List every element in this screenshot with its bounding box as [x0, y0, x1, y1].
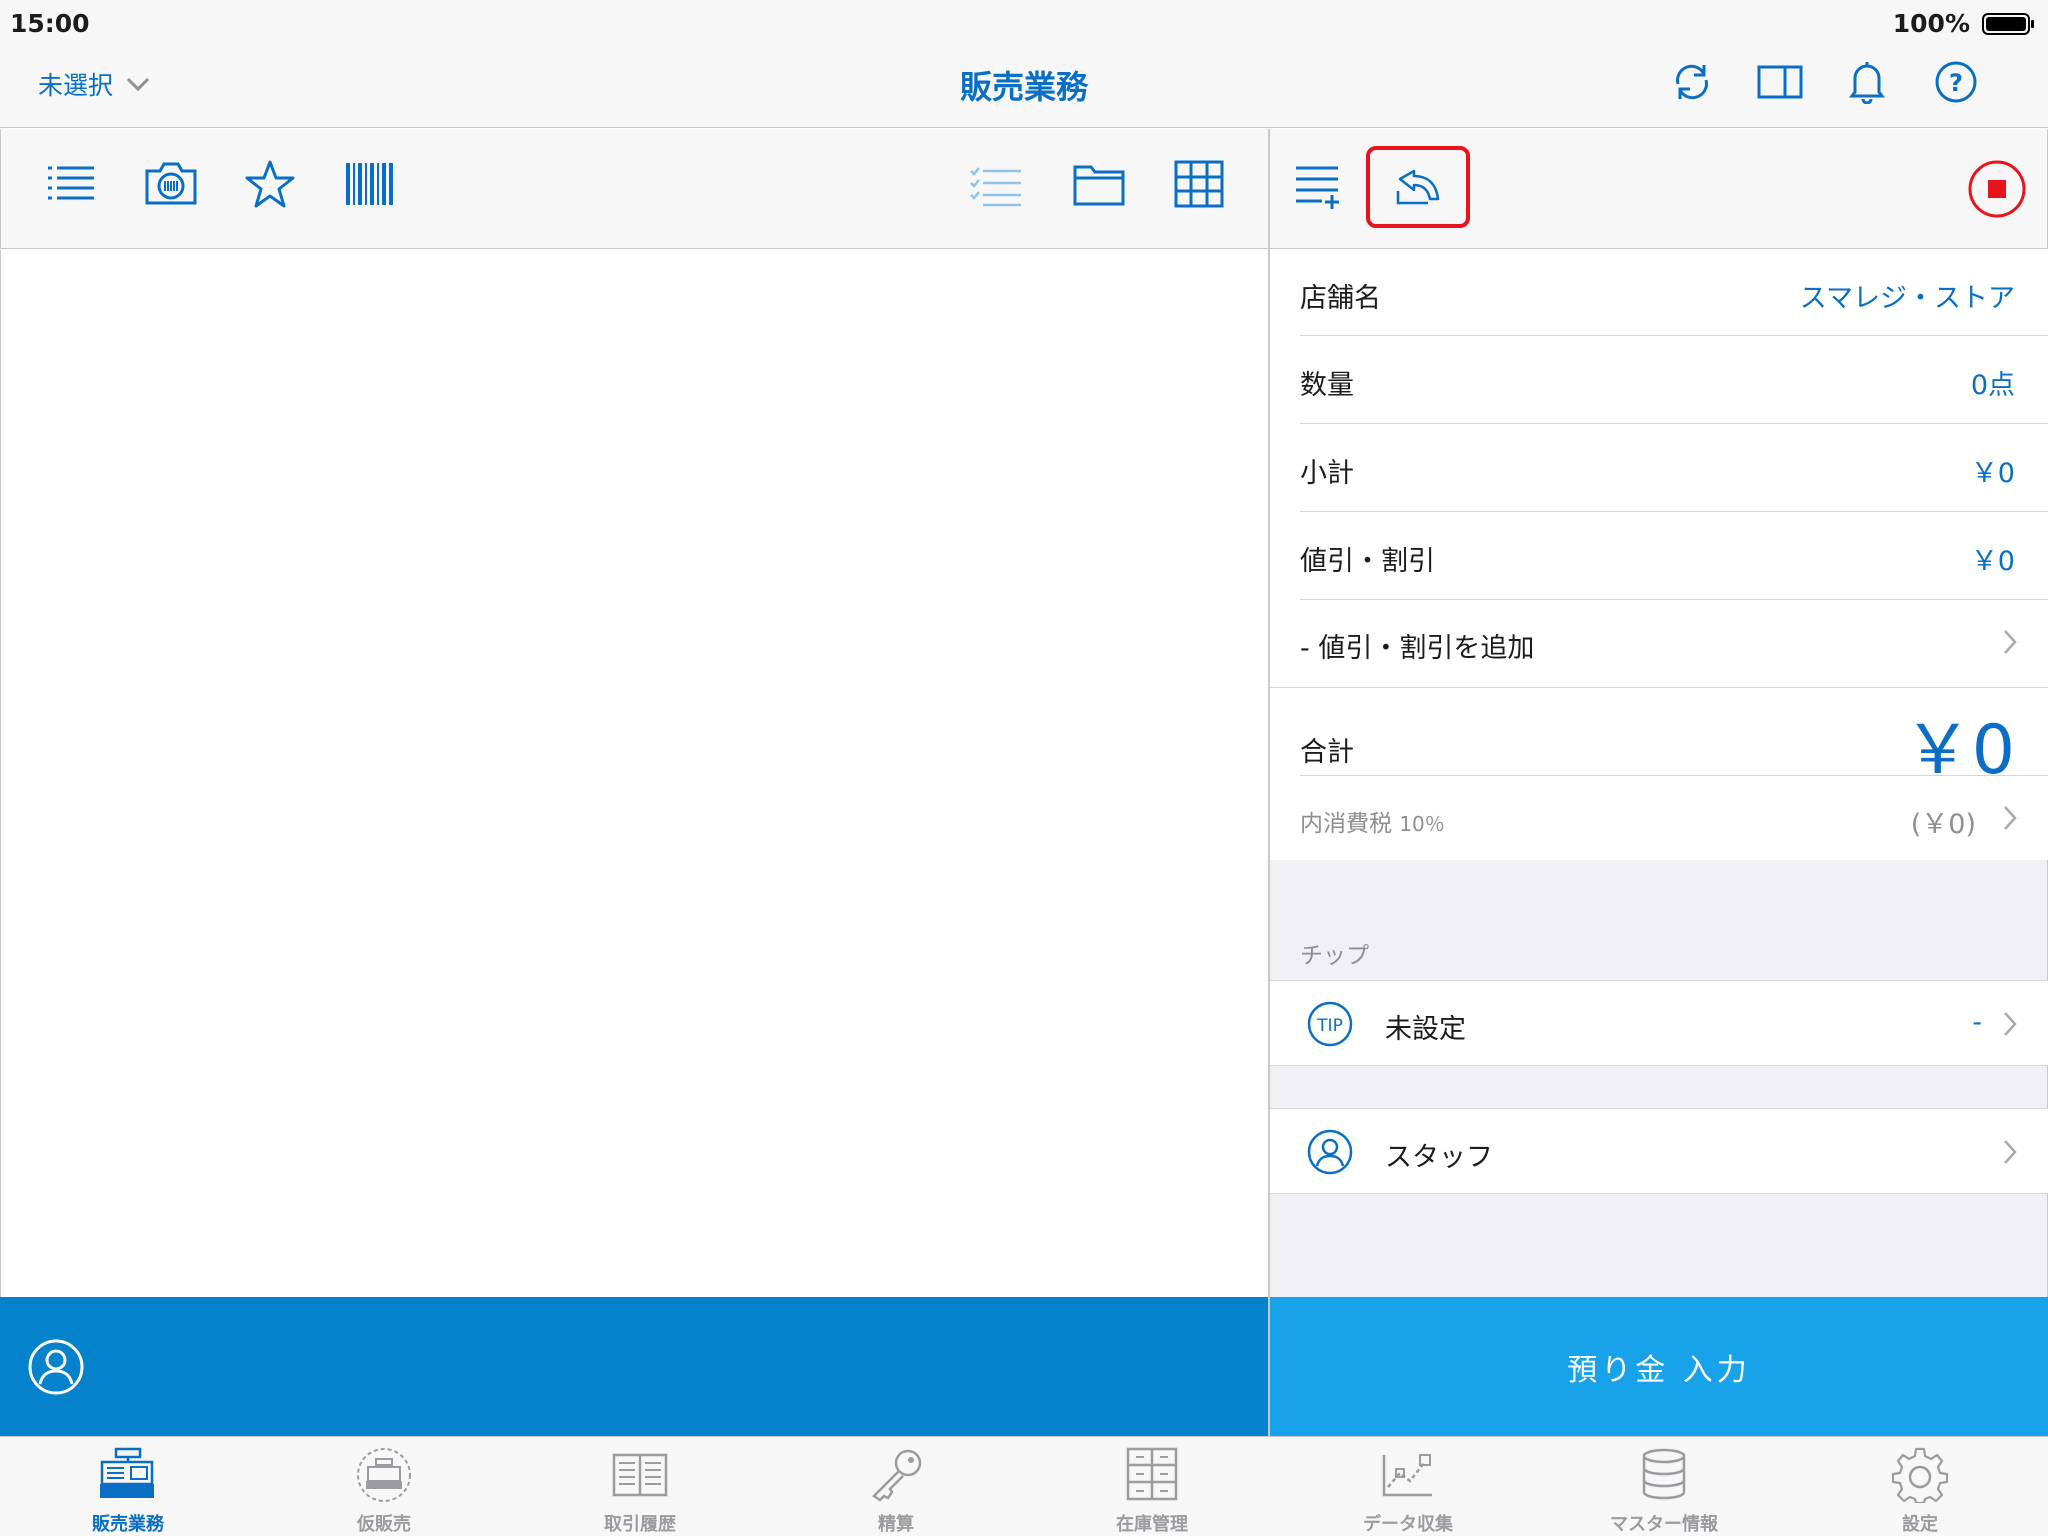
summary-group: 店舗名 スマレジ・ストア 数量 0点 小計 ￥0 値引・割引 ￥0 - 値引・割… — [1270, 250, 2048, 860]
tab-settlement[interactable]: 精算 — [768, 1437, 1024, 1536]
tab-sales[interactable]: 販売業務 — [0, 1437, 256, 1536]
divider — [1300, 511, 2048, 512]
temp-register-icon — [354, 1447, 414, 1503]
discount-value: ￥0 — [1970, 546, 2015, 577]
quantity-label: 数量 — [1300, 370, 1354, 401]
tab-settings[interactable]: 設定 — [1792, 1437, 2048, 1536]
product-toolbar — [0, 129, 1268, 249]
tab-history[interactable]: 取引履歴 — [512, 1437, 768, 1536]
status-bar: 15:00 100% — [0, 0, 2048, 44]
chevron-right-icon — [2002, 1138, 2018, 1166]
tip-section-label: チップ — [1300, 943, 1369, 969]
tab-label: 精算 — [878, 1514, 914, 1535]
page-title: 販売業務 — [959, 68, 1088, 106]
bell-icon[interactable] — [1847, 60, 1887, 104]
chevron-right-icon — [2002, 804, 2018, 832]
star-icon[interactable] — [244, 159, 296, 209]
summary-panel: 店舗名 スマレジ・ストア 数量 0点 小計 ￥0 値引・割引 ￥0 - 値引・割… — [1270, 250, 2048, 1297]
staff-icon — [1306, 1128, 1354, 1176]
add-discount-label: - 値引・割引を追加 — [1300, 633, 1535, 664]
customer-bar — [0, 1297, 1268, 1436]
staff-label: スタッフ — [1385, 1142, 1493, 1173]
cart-item-list[interactable] — [0, 250, 1268, 1297]
tab-label: データ収集 — [1363, 1514, 1453, 1535]
stop-icon[interactable] — [1967, 159, 2027, 219]
add-list-icon[interactable] — [1294, 163, 1342, 213]
tab-inventory[interactable]: 在庫管理 — [1024, 1437, 1280, 1536]
tab-label: 設定 — [1902, 1514, 1938, 1535]
tip-icon-text: TIP — [1316, 1016, 1343, 1036]
tab-data-collection[interactable]: データ収集 — [1280, 1437, 1536, 1536]
add-discount-row[interactable]: - 値引・割引を追加 — [1270, 600, 2048, 686]
folder-icon[interactable] — [1073, 159, 1125, 209]
status-time: 15:00 — [10, 9, 90, 38]
customer-avatar-icon[interactable] — [27, 1338, 85, 1396]
gear-icon — [1890, 1447, 1950, 1503]
tab-label: マスター情報 — [1610, 1514, 1718, 1535]
refresh-icon[interactable] — [1670, 60, 1714, 104]
tax-label: 内消費税 10％ — [1300, 804, 1445, 838]
total-label: 合計 — [1300, 737, 1354, 768]
tax-value: (￥0) — [1910, 809, 1976, 840]
cabinet-icon — [1122, 1447, 1182, 1503]
tax-row[interactable]: 内消費税 10％ (￥0) — [1270, 776, 2048, 860]
data-chart-icon — [1378, 1447, 1438, 1503]
store-name-value[interactable]: スマレジ・ストア — [1800, 276, 2015, 315]
key-icon — [866, 1447, 926, 1503]
chevron-right-icon — [2002, 1010, 2018, 1038]
tax-rate: 10％ — [1399, 812, 1445, 836]
tab-temp-sales[interactable]: 仮販売 — [256, 1437, 512, 1536]
divider — [1270, 687, 2048, 688]
camera-barcode-icon[interactable] — [144, 159, 198, 209]
tip-value: - — [1972, 1007, 1982, 1038]
tip-row[interactable]: TIP 未設定 - — [1270, 980, 2048, 1066]
divider — [1300, 423, 2048, 424]
battery-percent: 100% — [1892, 9, 1970, 38]
subtotal-value: ￥0 — [1970, 458, 2015, 489]
tip-label: 未設定 — [1385, 1014, 1466, 1045]
register-icon — [98, 1447, 158, 1503]
checklist-icon[interactable] — [969, 159, 1023, 209]
database-icon — [1634, 1447, 1694, 1503]
tip-icon: TIP — [1306, 1000, 1354, 1048]
staff-row[interactable]: スタッフ — [1270, 1108, 2048, 1194]
tab-label: 仮販売 — [357, 1514, 411, 1535]
list-icon[interactable] — [46, 159, 96, 209]
tab-bar: 販売業務 仮販売 取引履歴 精算 在庫管理 データ収集 マスター情報 設定 — [0, 1436, 2048, 1536]
tax-label-text: 内消費税 — [1300, 811, 1392, 837]
store-name-label: 店舗名 — [1300, 283, 1381, 314]
barcode-icon[interactable] — [344, 159, 396, 209]
navigation-bar: 未選択 販売業務 ? — [0, 44, 2048, 128]
tab-label: 販売業務 — [92, 1514, 164, 1535]
split-view-icon[interactable] — [1757, 60, 1803, 104]
tab-label: 取引履歴 — [604, 1514, 676, 1535]
quantity-value: 0点 — [1970, 370, 2015, 401]
book-icon — [610, 1447, 670, 1503]
chevron-right-icon — [2002, 628, 2018, 656]
grid-icon[interactable] — [1173, 159, 1225, 209]
discount-label: 値引・割引 — [1300, 546, 1435, 577]
battery-icon — [1982, 12, 2036, 36]
transaction-toolbar — [1270, 129, 2048, 249]
tab-master[interactable]: マスター情報 — [1536, 1437, 1792, 1536]
svg-text:?: ? — [1949, 69, 1963, 97]
deposit-input-button[interactable]: 預り金 入力 — [1270, 1297, 2048, 1436]
subtotal-label: 小計 — [1300, 458, 1354, 489]
divider — [1300, 335, 2048, 336]
help-icon[interactable]: ? — [1934, 60, 1978, 104]
return-icon[interactable] — [1394, 165, 1442, 209]
tab-label: 在庫管理 — [1116, 1514, 1188, 1535]
